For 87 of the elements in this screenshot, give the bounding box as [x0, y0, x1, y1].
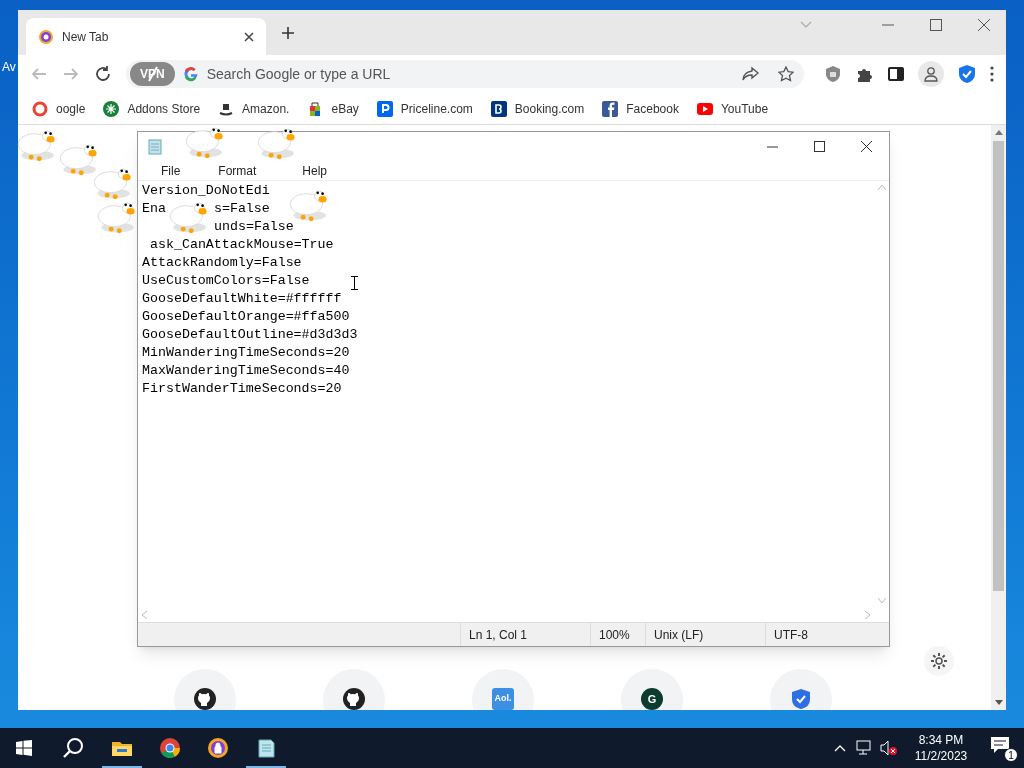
scroll-up-icon[interactable] — [994, 130, 1003, 135]
text-line: MinWanderingTimeSeconds=20 — [142, 344, 350, 362]
settings-icon — [930, 652, 948, 670]
notification-icon[interactable] — [990, 736, 1010, 754]
cat-icon — [194, 688, 216, 710]
text-line: GooseDefaultOutline=#d3d3d3 — [142, 326, 358, 344]
text-line: unds=False — [214, 218, 294, 236]
menu-item[interactable]: Help — [301, 161, 329, 180]
status-field: Unix (LF) — [645, 623, 765, 646]
search-icon[interactable] — [62, 737, 84, 759]
windows-start-icon[interactable] — [16, 740, 32, 756]
bookmark[interactable]: YouTube — [696, 99, 769, 118]
text-cursor-icon — [351, 276, 358, 290]
goose-drawing — [168, 200, 208, 234]
plus-icon — [281, 26, 295, 40]
goose-drawing — [96, 200, 136, 234]
text-line: GooseDefaultWhite=#ffffff — [142, 290, 342, 308]
muted-speaker-icon[interactable] — [880, 740, 898, 756]
clock-time[interactable]: 8:34 PM — [918, 732, 964, 748]
text-line: Version_DoNotEdi — [142, 182, 270, 200]
close-icon[interactable] — [244, 31, 254, 42]
maximize-icon[interactable] — [930, 18, 942, 31]
aol-icon: Aol. — [492, 688, 514, 710]
letter-p-icon — [376, 100, 393, 117]
text-line: ask_CanAttackMouse=True — [150, 236, 334, 254]
shortcut-tile[interactable]: G — [621, 669, 683, 710]
notepad-icon — [255, 737, 277, 759]
letter-icon: G — [641, 688, 663, 710]
shield-icon[interactable] — [824, 65, 842, 83]
scroll-thumb[interactable] — [993, 141, 1004, 591]
lock-badge-icon — [207, 737, 229, 759]
bookmark[interactable]: Amazon. — [218, 99, 290, 118]
goose-drawing — [58, 142, 98, 176]
puzzle-badge-icon — [103, 100, 120, 117]
text-line: MaxWanderingTimeSeconds=40 — [142, 362, 350, 380]
person-icon — [923, 66, 939, 82]
goose-drawing — [92, 166, 132, 200]
menu-item[interactable]: Format — [217, 161, 258, 180]
goose-drawing — [288, 188, 328, 222]
google-icon — [32, 100, 48, 117]
shield-check-icon — [790, 688, 812, 710]
google-icon — [182, 66, 199, 82]
more-icon[interactable] — [990, 66, 994, 82]
tab[interactable]: New Tab — [26, 18, 266, 55]
bookmark[interactable]: eBay — [307, 99, 359, 118]
bookmark[interactable]: Booking.com — [490, 99, 585, 118]
status-field: Ln 1, Col 1 — [460, 623, 590, 646]
chrome-icon — [159, 737, 181, 759]
letter-b-icon — [490, 100, 507, 117]
address-input[interactable]: Search Google or type a URL — [206, 63, 742, 85]
text-line: Ena — [142, 200, 166, 218]
shield-check-icon[interactable] — [958, 64, 976, 84]
reload-icon[interactable] — [94, 65, 112, 83]
notepad-icon — [147, 138, 163, 155]
bookmark[interactable]: oogle — [32, 99, 86, 118]
star-icon[interactable] — [778, 66, 794, 82]
network-icon[interactable] — [856, 740, 874, 756]
bookmark[interactable]: Addons Store — [103, 99, 201, 118]
close-icon[interactable] — [861, 141, 872, 152]
cat-icon — [343, 688, 365, 710]
text-line: AttackRandomly=False — [142, 254, 302, 272]
bookmark[interactable]: Facebook — [602, 99, 679, 118]
settings-button[interactable] — [924, 646, 954, 676]
tab-title: New Tab — [62, 28, 109, 46]
maximize-icon[interactable] — [814, 141, 825, 152]
scrollbar[interactable] — [991, 125, 1006, 710]
close-icon[interactable] — [978, 18, 990, 31]
desktop-icon-label[interactable]: Av — [2, 58, 18, 76]
text-line: s=False — [213, 200, 270, 218]
bookmark[interactable]: Priceline.com — [376, 99, 473, 118]
scroll-down-icon[interactable] — [994, 700, 1003, 705]
text-line: FirstWanderTimeSeconds=20 — [142, 380, 342, 398]
clock-date[interactable]: 11/2/2023 — [914, 748, 968, 764]
text-line: UseCustomColors=False — [142, 272, 310, 290]
side-panel-icon[interactable] — [888, 66, 904, 82]
share-icon[interactable] — [742, 66, 760, 82]
notification-count: 1 — [1004, 748, 1018, 762]
minimize-icon[interactable] — [767, 145, 778, 148]
menu-item[interactable]: File — [160, 161, 182, 180]
facebook-icon — [602, 100, 619, 117]
browser-logo-icon — [38, 28, 54, 45]
chevron-up-icon[interactable] — [834, 744, 846, 752]
play-icon — [696, 100, 713, 117]
status-field: 100% — [590, 623, 645, 646]
text-line: GooseDefaultOrange=#ffa500 — [142, 308, 350, 326]
profile-button[interactable] — [918, 61, 944, 87]
status-field: UTF-8 — [765, 623, 865, 646]
